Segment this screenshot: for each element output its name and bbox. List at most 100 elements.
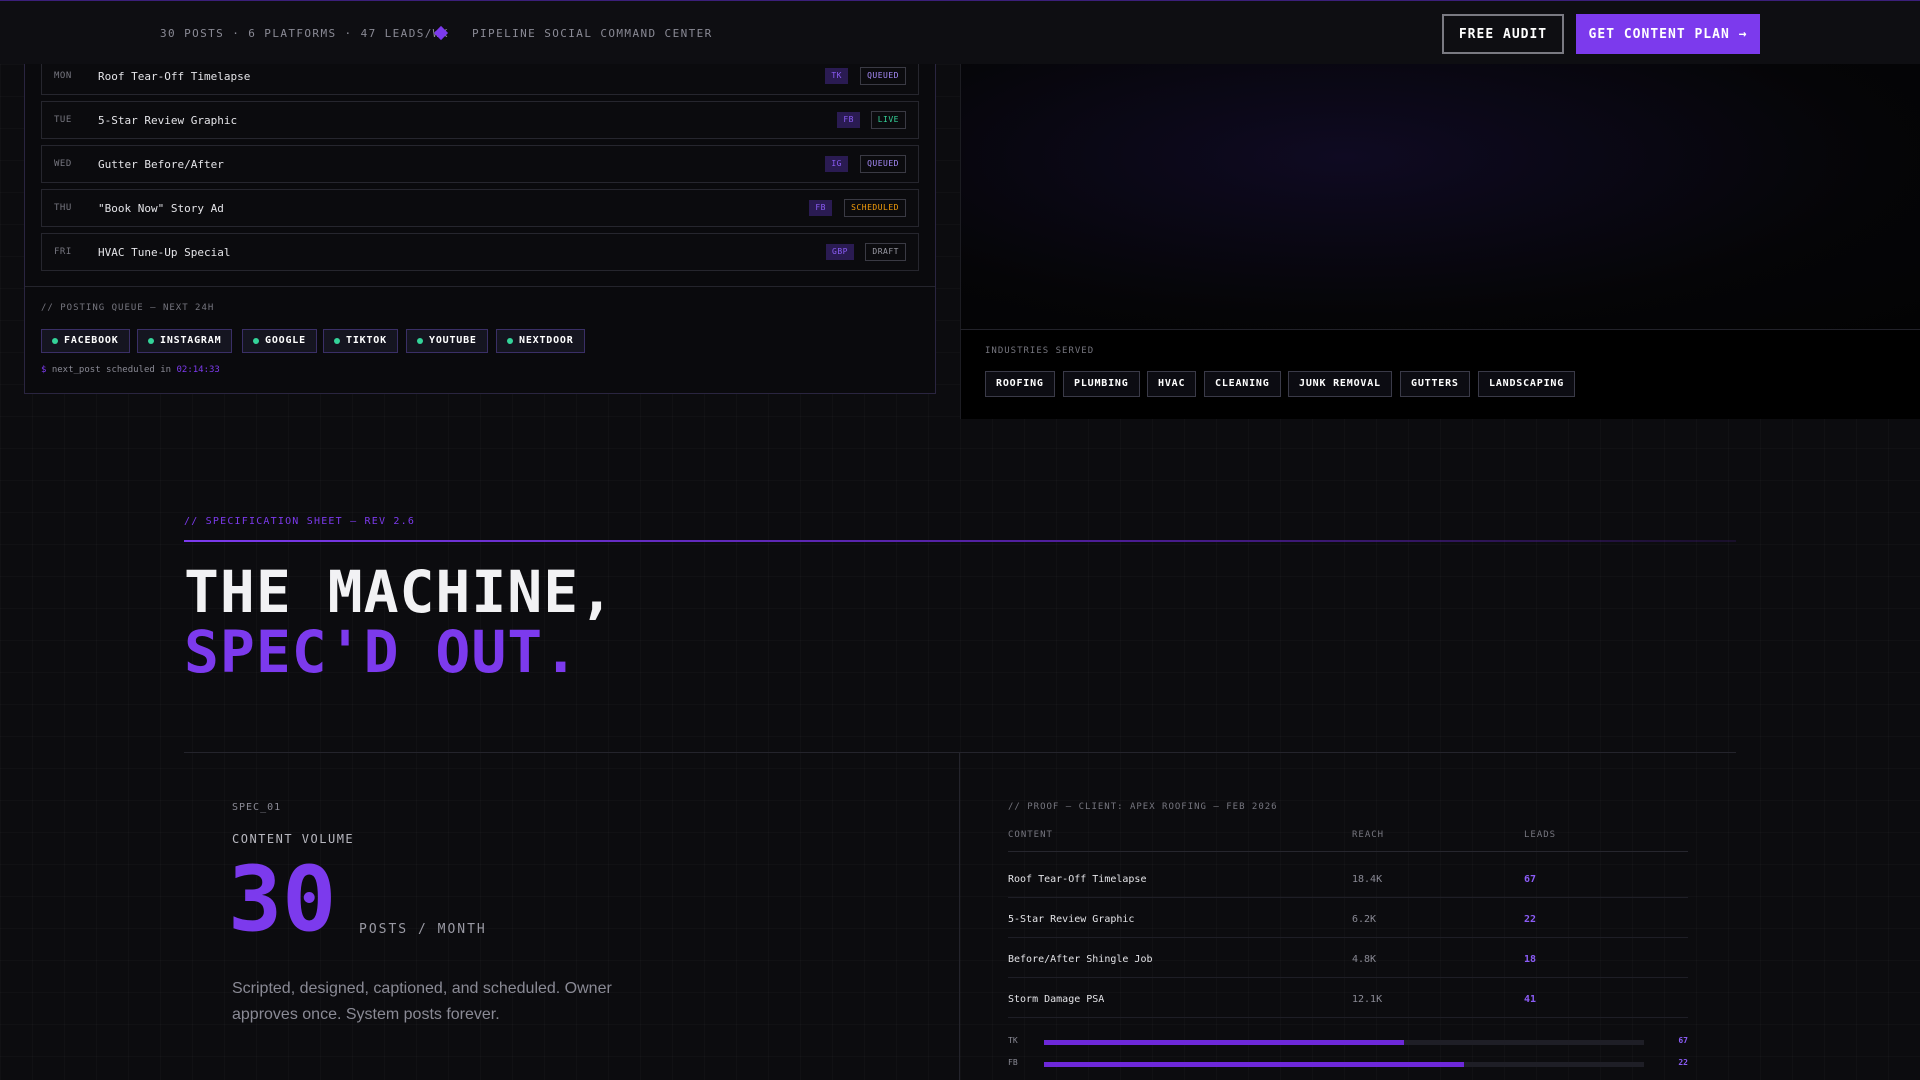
free-audit-button[interactable]: FREE AUDIT bbox=[1442, 14, 1564, 54]
cell-content: 5-Star Review Graphic bbox=[1008, 914, 1135, 925]
grid-divider bbox=[184, 752, 1736, 753]
table-row: Before/After Shingle Job 4.8K 18 bbox=[1008, 938, 1688, 978]
schedule-row[interactable]: WED Gutter Before/After IG QUEUED bbox=[41, 145, 919, 183]
schedule-row[interactable]: TUE 5-Star Review Graphic FB LIVE bbox=[41, 101, 919, 139]
schedule-title: Roof Tear-Off Timelapse bbox=[98, 70, 251, 83]
hero-visual-area bbox=[960, 64, 1920, 329]
platform-chip-facebook[interactable]: FACEBOOK bbox=[41, 329, 130, 353]
get-content-plan-button[interactable]: GET CONTENT PLAN → bbox=[1576, 14, 1760, 54]
schedule-title: Gutter Before/After bbox=[98, 158, 224, 171]
spec-value: 30 bbox=[228, 847, 337, 952]
schedule-title: HVAC Tune-Up Special bbox=[98, 246, 231, 259]
platform-chip-tiktok[interactable]: TIKTOK bbox=[323, 329, 398, 353]
column-header-reach: REACH bbox=[1352, 830, 1385, 840]
schedule-title: "Book Now" Story Ad bbox=[98, 202, 224, 215]
chip-label: NEXTDOOR bbox=[519, 335, 574, 346]
column-header-content: CONTENT bbox=[1008, 830, 1053, 840]
section-headline: THE MACHINE, SPEC'D OUT. bbox=[184, 562, 615, 682]
platform-chip-google[interactable]: GOOGLE bbox=[242, 329, 317, 353]
schedule-row[interactable]: FRI HVAC Tune-Up Special GBP DRAFT bbox=[41, 233, 919, 271]
table-row: Storm Damage PSA 12.1K 41 bbox=[1008, 978, 1688, 1018]
accent-divider bbox=[184, 540, 1736, 542]
status-dot-icon bbox=[334, 338, 340, 344]
bar-value: 67 bbox=[1678, 1036, 1688, 1045]
bar-track bbox=[1044, 1040, 1644, 1045]
grid-column-divider bbox=[959, 752, 960, 1080]
proof-table-header: CONTENT REACH LEADS bbox=[1008, 830, 1688, 852]
industry-chip-landscaping[interactable]: LANDSCAPING bbox=[1478, 371, 1576, 397]
spec-sheet-label: // SPECIFICATION SHEET — REV 2.6 bbox=[184, 516, 416, 527]
cell-reach: 4.8K bbox=[1352, 954, 1377, 965]
industry-chip-junk-removal[interactable]: JUNK REMOVAL bbox=[1288, 371, 1392, 397]
platform-chip-nextdoor[interactable]: NEXTDOOR bbox=[496, 329, 585, 353]
cell-leads: 41 bbox=[1524, 994, 1537, 1005]
status-badge: SCHEDULED bbox=[844, 199, 906, 217]
schedule-row[interactable]: THU "Book Now" Story Ad FB SCHEDULED bbox=[41, 189, 919, 227]
cell-leads: 67 bbox=[1524, 874, 1537, 885]
platform-tag: TK bbox=[825, 68, 848, 84]
next-post-text: next_post scheduled in bbox=[51, 365, 172, 375]
industry-chip-hvac[interactable]: HVAC bbox=[1147, 371, 1197, 397]
bar-track bbox=[1044, 1062, 1644, 1067]
platform-chip-instagram[interactable]: INSTAGRAM bbox=[137, 329, 233, 353]
industry-chip-cleaning[interactable]: CLEANING bbox=[1204, 371, 1281, 397]
status-dot-icon bbox=[417, 338, 423, 344]
bar-fill bbox=[1044, 1040, 1404, 1045]
status-badge: DRAFT bbox=[865, 243, 906, 261]
chip-label: INSTAGRAM bbox=[160, 335, 222, 346]
queue-label: // POSTING QUEUE — NEXT 24H bbox=[41, 303, 215, 313]
cell-leads: 22 bbox=[1524, 914, 1537, 925]
leads-bar-tk: TK 67 bbox=[1008, 1036, 1688, 1048]
spec-unit: POSTS / MONTH bbox=[359, 922, 487, 937]
schedule-day: THU bbox=[54, 203, 72, 213]
cell-reach: 18.4K bbox=[1352, 874, 1383, 885]
headline-line-1: THE MACHINE, bbox=[184, 558, 616, 626]
cell-reach: 12.1K bbox=[1352, 994, 1383, 1005]
table-row: 5-Star Review Graphic 6.2K 22 bbox=[1008, 898, 1688, 938]
status-badge: QUEUED bbox=[860, 155, 906, 173]
industries-panel: INDUSTRIES SERVED ROOFING PLUMBING HVAC … bbox=[960, 329, 1920, 419]
schedule-day: FRI bbox=[54, 247, 72, 257]
spec-description: Scripted, designed, captioned, and sched… bbox=[232, 980, 612, 1023]
status-badge: QUEUED bbox=[860, 67, 906, 85]
chip-label: GOOGLE bbox=[265, 335, 306, 346]
proof-label: // PROOF — CLIENT: APEX ROOFING — FEB 20… bbox=[1008, 802, 1278, 812]
platform-tag: IG bbox=[825, 156, 848, 172]
schedule-title: 5-Star Review Graphic bbox=[98, 114, 238, 127]
table-row: Roof Tear-Off Timelapse 18.4K 67 bbox=[1008, 858, 1688, 898]
next-post-status: $ next_post scheduled in 02:14:33 bbox=[41, 365, 220, 375]
cell-reach: 6.2K bbox=[1352, 914, 1377, 925]
chip-label: FACEBOOK bbox=[64, 335, 119, 346]
status-dot-icon bbox=[507, 338, 513, 344]
bar-fill bbox=[1044, 1062, 1464, 1067]
industries-label: INDUSTRIES SERVED bbox=[985, 346, 1095, 356]
schedule-day: TUE bbox=[54, 115, 72, 125]
topbar-stats: 30 POSTS · 6 PLATFORMS · 47 LEADS/WK bbox=[160, 27, 449, 40]
industry-chip-gutters[interactable]: GUTTERS bbox=[1400, 371, 1470, 397]
status-dot-icon bbox=[148, 338, 154, 344]
topbar-title: PIPELINE SOCIAL COMMAND CENTER bbox=[472, 27, 713, 40]
industry-chip-plumbing[interactable]: PLUMBING bbox=[1063, 371, 1140, 397]
status-dot-icon bbox=[52, 338, 58, 344]
spec-id: SPEC_01 bbox=[232, 802, 282, 813]
cell-content: Storm Damage PSA bbox=[1008, 994, 1105, 1005]
platform-tag: FB bbox=[837, 112, 860, 128]
schedule-day: MON bbox=[54, 71, 72, 81]
schedule-panel: MON Roof Tear-Off Timelapse TK QUEUED TU… bbox=[24, 40, 936, 394]
prompt-symbol: $ bbox=[41, 365, 47, 375]
cell-content: Before/After Shingle Job bbox=[1008, 954, 1153, 965]
chip-label: TIKTOK bbox=[346, 335, 387, 346]
status-badge: LIVE bbox=[870, 111, 906, 129]
platform-tag: FB bbox=[809, 200, 832, 216]
top-bar: 30 POSTS · 6 PLATFORMS · 47 LEADS/WK PIP… bbox=[0, 0, 1920, 64]
cell-leads: 18 bbox=[1524, 954, 1537, 965]
schedule-day: WED bbox=[54, 159, 72, 169]
industry-chip-roofing[interactable]: ROOFING bbox=[985, 371, 1055, 397]
platform-chip-youtube[interactable]: YOUTUBE bbox=[406, 329, 488, 353]
next-post-countdown: 02:14:33 bbox=[176, 365, 220, 375]
platform-tag: GBP bbox=[826, 244, 854, 260]
chip-label: YOUTUBE bbox=[429, 335, 477, 346]
leads-bar-fb: FB 22 bbox=[1008, 1058, 1688, 1070]
bar-label: FB bbox=[1008, 1058, 1018, 1067]
status-dot-icon bbox=[253, 338, 259, 344]
